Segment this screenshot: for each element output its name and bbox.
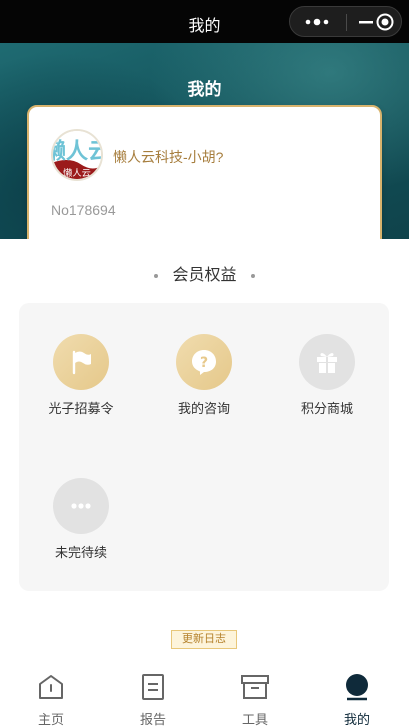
more-options-icon[interactable] (302, 15, 332, 29)
svg-text:?: ? (200, 355, 208, 371)
miniprogram-capsule (289, 6, 402, 37)
tab-label: 我的 (343, 712, 370, 727)
section-title-text: 会员权益 (172, 267, 237, 284)
tab-tools[interactable]: 工具 (204, 663, 306, 727)
title-dot-left (154, 273, 159, 278)
changelog-button[interactable]: 更新日志 (171, 630, 237, 649)
gift-icon (317, 353, 337, 373)
benefit-recruit[interactable]: 光子招募令 (31, 334, 131, 434)
benefit-label: 未完待续 (54, 545, 107, 560)
avatar-logo-icon: 懒人云 懒人云 (53, 131, 101, 179)
tab-label: 报告 (139, 712, 166, 727)
title-dot-right (250, 273, 255, 278)
benefit-label: 积分商城 (300, 401, 353, 416)
benefit-coming-soon[interactable]: 未完待续 (31, 478, 131, 578)
flag-icon (72, 350, 91, 375)
benefit-icon-circle: ? (176, 334, 232, 390)
content-sheet: 会员权益 光子招募令 ? 我的咨询 积分商城 未完待续 更新日志 (0, 239, 409, 727)
report-icon (142, 674, 164, 700)
svg-text:懒人云: 懒人云 (63, 167, 91, 179)
benefit-icon-circle (299, 334, 355, 390)
bottom-tabbar: 主页 报告 工具 我的 (0, 663, 409, 727)
benefit-consult[interactable]: ? 我的咨询 (154, 334, 254, 434)
minimize-icon[interactable] (357, 15, 375, 29)
benefit-label: 我的咨询 (177, 401, 230, 416)
tab-label: 主页 (37, 712, 64, 727)
toolbox-icon (241, 675, 269, 699)
tab-mine[interactable]: 我的 (306, 663, 408, 727)
section-title: 会员权益 (0, 261, 409, 285)
tab-report[interactable]: 报告 (102, 663, 204, 727)
svg-text:懒人云: 懒人云 (53, 139, 101, 165)
member-number: No178694 (51, 202, 116, 218)
username: 懒人云科技-小胡? (113, 149, 224, 165)
benefit-points-mall[interactable]: 积分商城 (277, 334, 377, 434)
question-icon: ? (192, 350, 216, 375)
benefit-icon-circle (53, 334, 109, 390)
home-icon (39, 675, 63, 699)
tab-home[interactable]: 主页 (0, 663, 102, 727)
page-title: 我的 (187, 80, 222, 99)
benefits-panel: 光子招募令 ? 我的咨询 积分商城 未完待续 (19, 303, 389, 591)
profile-icon (346, 674, 368, 701)
avatar[interactable]: 懒人云 懒人云 (51, 129, 103, 181)
benefit-icon-circle (53, 478, 109, 534)
top-navbar: 我的 (0, 0, 409, 43)
tab-label: 工具 (241, 712, 268, 727)
capsule-divider (346, 14, 347, 31)
benefit-label: 光子招募令 (48, 401, 114, 416)
more-icon (71, 503, 91, 509)
profile-card[interactable]: 懒人云 懒人云 懒人云科技-小胡? No178694 (27, 105, 382, 255)
close-icon[interactable] (375, 12, 395, 32)
